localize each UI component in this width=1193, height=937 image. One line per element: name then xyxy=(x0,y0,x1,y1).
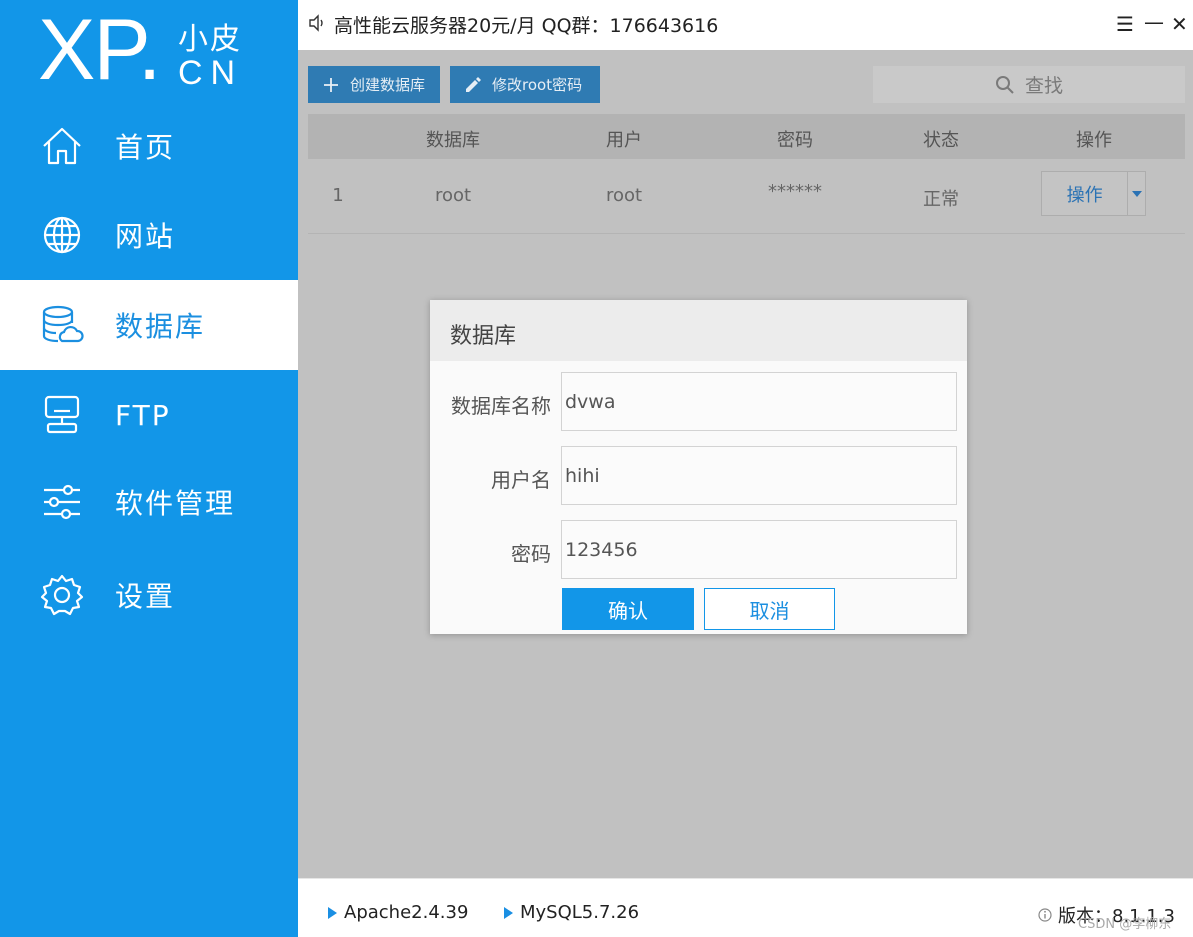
globe-icon xyxy=(43,216,81,254)
sidebar-item-settings[interactable]: 设置 xyxy=(0,550,298,640)
cancel-button[interactable]: 取消 xyxy=(704,588,835,630)
database-table: 数据库 用户 密码 状态 操作 1 root root ****** 正常 操作 xyxy=(308,114,1185,234)
pencil-icon xyxy=(466,76,481,92)
sidebar-item-software[interactable]: 软件管理 xyxy=(0,457,298,547)
menu-icon[interactable]: ☰ xyxy=(1116,12,1134,36)
database-dialog: 数据库 数据库名称 dvwa 用户名 hihi 密码 123456 确认 取消 xyxy=(430,300,967,634)
password-label: 密码 xyxy=(511,542,551,566)
caret-down-icon[interactable] xyxy=(1127,172,1145,215)
sidebar-item-label: 网站 xyxy=(115,220,176,253)
apache-label: Apache2.4.39 xyxy=(344,902,469,923)
row-database: root xyxy=(434,185,472,206)
edit-root-password-label: 修改root密码 xyxy=(492,76,583,94)
gear-icon xyxy=(40,574,84,616)
sidebar-item-label: 数据库 xyxy=(115,310,206,343)
row-action-label: 操作 xyxy=(1066,184,1103,206)
sidebar-item-label: 软件管理 xyxy=(115,487,236,520)
logo-name: 小皮 xyxy=(178,22,242,57)
search-input[interactable]: 查找 xyxy=(873,66,1185,103)
minimize-button[interactable]: — xyxy=(1144,10,1164,34)
speaker-icon xyxy=(309,14,323,32)
row-password: ****** xyxy=(768,181,822,202)
sidebar-item-ftp[interactable]: FTP xyxy=(0,370,298,460)
play-icon xyxy=(504,906,513,919)
username-input[interactable]: hihi xyxy=(561,446,957,505)
sidebar-item-website[interactable]: 网站 xyxy=(0,190,298,280)
table-header: 数据库 用户 密码 状态 操作 xyxy=(308,114,1185,159)
username-label: 用户名 xyxy=(491,468,551,492)
apache-service[interactable]: Apache2.4.39 xyxy=(328,902,468,923)
column-header-status: 状态 xyxy=(923,130,959,151)
column-header-user: 用户 xyxy=(606,130,642,151)
create-database-label: 创建数据库 xyxy=(350,76,426,94)
sliders-icon xyxy=(44,484,80,520)
home-icon xyxy=(43,127,81,165)
sidebar-item-label: FTP xyxy=(115,398,171,432)
mysql-service[interactable]: MySQL5.7.26 xyxy=(504,902,639,923)
play-icon xyxy=(328,906,337,919)
sidebar-item-label: 设置 xyxy=(115,580,176,613)
create-database-button[interactable]: 创建数据库 xyxy=(308,66,440,103)
database-name-input[interactable]: dvwa xyxy=(561,372,957,431)
mysql-label: MySQL5.7.26 xyxy=(520,902,640,923)
app-logo: XP. 小皮 CN xyxy=(38,2,258,98)
sidebar-item-home[interactable]: 首页 xyxy=(0,101,298,191)
row-user: root xyxy=(605,185,643,206)
column-header-database: 数据库 xyxy=(426,130,480,151)
row-status: 正常 xyxy=(923,189,959,210)
logo-brand: XP. xyxy=(38,2,162,98)
sidebar: XP. 小皮 CN 首页 网站 数据库 FTP 软件管理 设置 xyxy=(0,0,298,937)
sidebar-item-label: 首页 xyxy=(115,131,176,164)
title-bar: 高性能云服务器20元/月 QQ群：176643616 ☰ — ✕ xyxy=(298,0,1193,50)
dialog-header: 数据库 xyxy=(430,300,967,361)
announcement-text[interactable]: 高性能云服务器20元/月 QQ群：176643616 xyxy=(334,11,718,38)
logo-suffix: CN xyxy=(178,54,244,92)
database-icon xyxy=(42,305,84,343)
sidebar-item-database[interactable]: 数据库 xyxy=(0,280,298,370)
info-icon xyxy=(1038,908,1052,922)
column-header-action: 操作 xyxy=(1076,130,1112,151)
table-row: 1 root root ****** 正常 操作 xyxy=(308,159,1185,234)
status-bar: Apache2.4.39 MySQL5.7.26 版本：8.1.1.3 CSDN… xyxy=(298,878,1193,937)
server-icon xyxy=(44,395,80,434)
password-input[interactable]: 123456 xyxy=(561,520,957,579)
confirm-button[interactable]: 确认 xyxy=(562,588,694,630)
row-index: 1 xyxy=(332,185,344,206)
edit-root-password-button[interactable]: 修改root密码 xyxy=(450,66,600,103)
column-header-password: 密码 xyxy=(777,130,813,151)
plus-icon xyxy=(324,77,338,92)
search-label: 查找 xyxy=(1024,75,1063,97)
watermark-text: CSDN @李柳东 xyxy=(1078,917,1172,932)
row-action-button[interactable]: 操作 xyxy=(1041,171,1146,216)
database-name-label: 数据库名称 xyxy=(451,394,551,418)
search-icon xyxy=(995,75,1014,94)
dialog-title: 数据库 xyxy=(450,324,517,349)
close-button[interactable]: ✕ xyxy=(1171,12,1188,36)
